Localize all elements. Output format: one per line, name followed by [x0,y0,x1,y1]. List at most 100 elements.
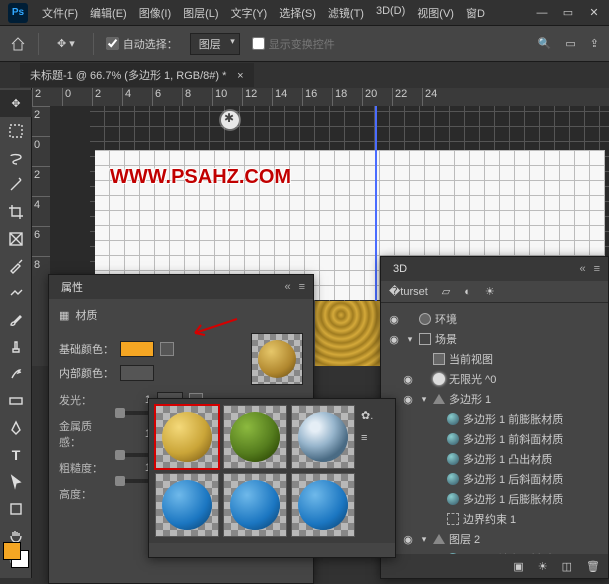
visibility-icon[interactable]: ◉ [387,333,401,346]
glow-value[interactable]: 1 [115,394,151,406]
visibility-icon[interactable]: ◉ [401,373,415,386]
panel-menu-icon[interactable]: ≡ [594,263,600,275]
auto-select-input[interactable] [106,37,119,50]
tree-item-environment[interactable]: ◉环境 [387,309,602,329]
lasso-tool[interactable] [0,144,32,171]
collapse-icon[interactable]: « [579,263,585,275]
tree-item-scene[interactable]: ◉▾场景 [387,329,602,349]
wand-tool[interactable] [0,171,32,198]
3d-panel: 3D « ≡ �turset ▱ ◐ ☀ ◉环境 ◉▾场景 当前视图 ◉无限光 … [380,256,609,579]
marquee-tool[interactable] [0,117,32,144]
move-tool[interactable]: ✥ [0,90,32,117]
tree-item-material-back[interactable]: 多边形 1 后膨胀材质 [387,489,602,509]
heal-tool[interactable] [0,279,32,306]
history-brush-tool[interactable] [0,360,32,387]
pen-tool[interactable] [0,414,32,441]
menu-image[interactable]: 图像(I) [137,3,173,23]
material-preview[interactable] [251,333,303,385]
visibility-icon[interactable]: ◉ [401,393,415,406]
crop-tool[interactable] [0,198,32,225]
document-tab[interactable]: 未标题-1 @ 66.7% (多边形 1, RGB/8#) * × [20,63,254,87]
ruler-horizontal[interactable]: 2024681012141618202224 [32,88,609,106]
eyedropper-tool[interactable] [0,252,32,279]
share-icon[interactable]: ⇪ [590,37,599,50]
home-icon[interactable] [10,36,26,52]
panel-menu-icon[interactable]: ≡ [299,281,305,293]
menu-filter[interactable]: 滤镜(T) [326,3,366,23]
expand-icon[interactable]: ▾ [419,394,429,405]
show-transform-label: 显示变换控件 [269,36,335,52]
filter-light-icon[interactable]: ☀ [485,285,495,298]
menu-file[interactable]: 文件(F) [40,3,80,23]
filter-mesh-icon[interactable]: ▱ [442,285,450,298]
tree-item-current-view[interactable]: 当前视图 [387,349,602,369]
auto-select-checkbox[interactable]: 自动选择： [106,36,178,52]
frame-tool[interactable] [0,225,32,252]
panel-header[interactable]: 属性 « ≡ [49,275,313,299]
menu-layer[interactable]: 图层(L) [181,3,220,23]
tree-item-material-back-bevel[interactable]: 多边形 1 后斜面材质 [387,469,602,489]
layer-dropdown[interactable]: 图层 [190,33,240,55]
menu-type[interactable]: 文字(Y) [229,3,270,23]
move-tool-icon[interactable]: ✥ ▾ [51,37,81,50]
delete-icon[interactable]: 🗑 [586,560,600,573]
expand-icon[interactable]: ▾ [405,334,415,345]
material-swatch-blue-3[interactable] [291,473,355,537]
tab-close-icon[interactable]: × [237,70,243,82]
material-swatch-blue-2[interactable] [223,473,287,537]
gradient-tool[interactable] [0,387,32,414]
path-select-tool[interactable] [0,468,32,495]
rough-value[interactable]: 1 [115,462,151,474]
expand-icon[interactable]: ▾ [419,534,429,545]
show-transform-input[interactable] [252,37,265,50]
panel-tab-properties[interactable]: 属性 [57,277,87,297]
collapse-icon[interactable]: « [284,281,290,293]
close-button[interactable]: ✕ [587,6,601,20]
stamp-tool[interactable] [0,333,32,360]
base-color-chip[interactable] [120,341,154,357]
workspace-icon[interactable]: ▭ [565,37,575,50]
material-swatch-glass[interactable] [291,405,355,469]
tree-item-boundary[interactable]: 边界约束 1 [387,509,602,529]
mesh-icon [433,394,445,404]
panel-tab-3d[interactable]: 3D [389,261,411,277]
material-swatch-blue-1[interactable] [155,473,219,537]
show-transform-checkbox[interactable]: 显示变换控件 [252,36,335,52]
light-widget[interactable] [221,111,239,129]
panel-header[interactable]: 3D « ≡ [381,257,608,281]
maximize-button[interactable]: ▭ [561,6,575,20]
menu-window[interactable]: 窗D [464,3,487,23]
add-icon[interactable]: ◫ [562,560,572,573]
menu-view[interactable]: 视图(V) [415,3,456,23]
search-icon[interactable]: 🔍 [538,37,552,50]
menu-select[interactable]: 选择(S) [277,3,318,23]
tree-item-layer2[interactable]: ◉▾图层 2 [387,529,602,549]
tree-item-material-front-bevel[interactable]: 多边形 1 前斜面材质 [387,429,602,449]
inner-color-chip[interactable] [120,365,154,381]
menu-3d[interactable]: 3D(D) [374,3,407,23]
material-swatch-green[interactable] [223,405,287,469]
type-tool[interactable]: T [0,441,32,468]
new-light-icon[interactable]: ☀ [538,560,548,573]
material-icon [447,473,459,485]
tree-item-polygon[interactable]: ◉▾多边形 1 [387,389,602,409]
shape-tool[interactable] [0,495,32,522]
foreground-color[interactable] [3,542,21,560]
render-icon[interactable]: ▣ [513,560,523,573]
tree-item-material-extrude[interactable]: 多边形 1 凸出材质 [387,449,602,469]
filter-scene-icon[interactable]: �turset [389,285,428,298]
visibility-icon[interactable]: ◉ [387,313,401,326]
filter-material-icon[interactable]: ◐ [464,286,471,298]
material-swatch-gold[interactable] [155,405,219,469]
tree-item-infinite-light[interactable]: ◉无限光 ^0 [387,369,602,389]
metal-value[interactable]: 1 [115,428,151,440]
picker-settings-icon[interactable]: ✿. [361,409,373,422]
menu-edit[interactable]: 编辑(E) [88,3,129,23]
brush-tool[interactable] [0,306,32,333]
color-swatches[interactable] [3,542,29,568]
tree-item-material-front[interactable]: 多边形 1 前膨胀材质 [387,409,602,429]
texture-file-icon[interactable] [160,342,174,356]
visibility-icon[interactable]: ◉ [401,533,415,546]
picker-menu-icon[interactable]: ≡ [361,432,373,444]
minimize-button[interactable]: — [535,6,549,20]
